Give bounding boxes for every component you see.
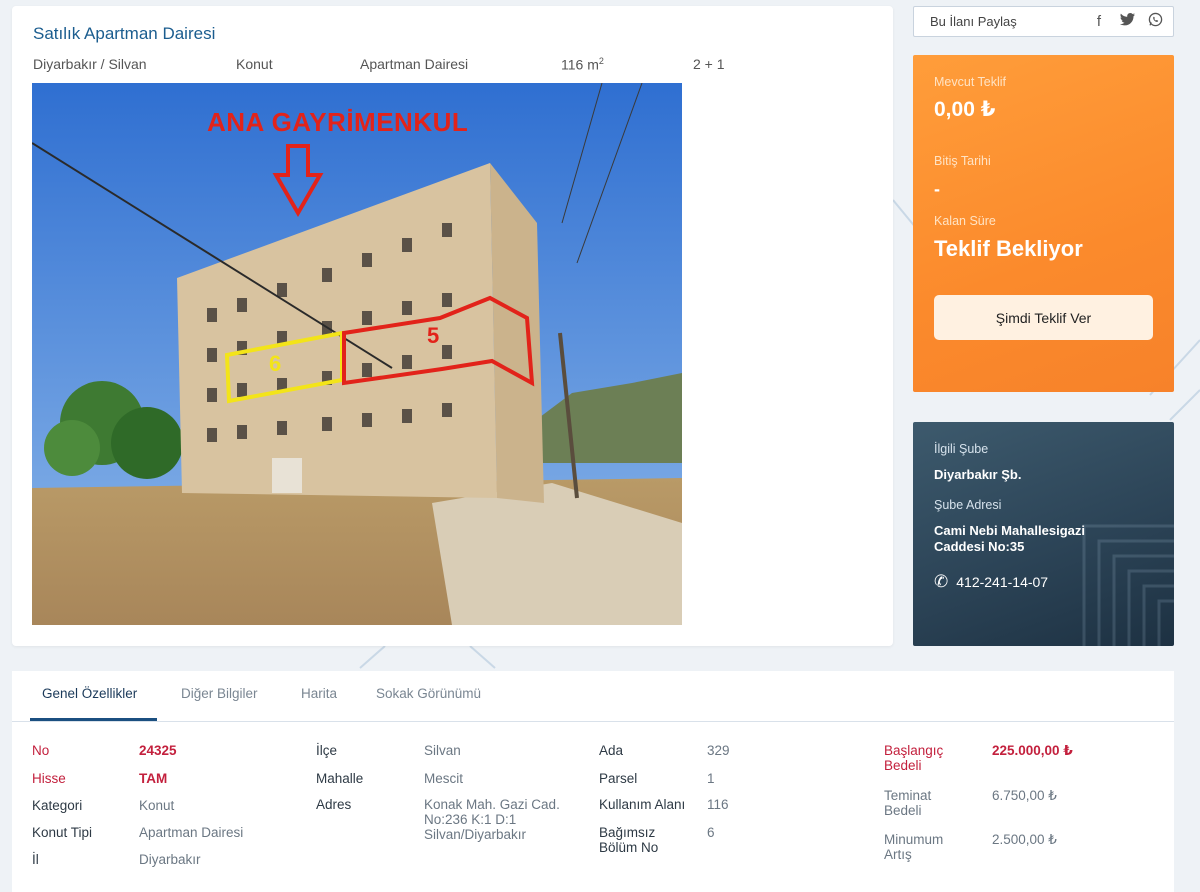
branch-phone-number[interactable]: 412-241-14-07 — [956, 574, 1048, 590]
detail-key: Ada — [599, 743, 624, 758]
detail-key: Hisse — [32, 771, 66, 786]
listing-rooms: 2 + 1 — [693, 56, 725, 72]
branch-card: İlgili Şube Diyarbakır Şb. Şube Adresi C… — [913, 422, 1174, 646]
place-offer-button[interactable]: Şimdi Teklif Ver — [934, 295, 1153, 340]
detail-value: 1 — [707, 771, 715, 786]
property-photo[interactable]: ANA GAYRİMENKUL 6 5 — [32, 83, 682, 625]
branch-address-label: Şube Adresi — [934, 498, 1002, 512]
phone-icon: ✆ — [934, 572, 949, 591]
tab-other-info[interactable]: Diğer Bilgiler — [181, 686, 258, 701]
detail-value: Apartman Dairesi — [139, 825, 244, 840]
listing-meta: Diyarbakır / Silvan Konut Apartman Daire… — [33, 56, 793, 74]
photo-marker-6: 6 — [269, 351, 282, 376]
detail-value: Silvan — [424, 743, 461, 758]
listing-category: Konut — [236, 56, 273, 72]
listing-type: Apartman Dairesi — [360, 56, 469, 72]
listing-location: Diyarbakır / Silvan — [33, 56, 147, 72]
listing-title: Satılık Apartman Dairesi — [33, 24, 216, 43]
tab-bar: Genel Özellikler Diğer Bilgiler Harita S… — [12, 671, 1174, 722]
detail-key: Parsel — [599, 771, 638, 786]
detail-value: Konak Mah. Gazi Cad. No:236 K:1 D:1 Silv… — [424, 797, 560, 842]
detail-key: Başlangıç Bedeli — [884, 743, 944, 773]
detail-key: Minumum Artış — [884, 832, 944, 862]
active-tab-indicator — [30, 718, 157, 721]
branch-name: Diyarbakır Şb. — [934, 467, 1022, 482]
detail-value: Diyarbakır — [139, 852, 201, 867]
share-label: Bu İlanı Paylaş — [930, 14, 1017, 29]
photo-marker-5: 5 — [427, 323, 440, 348]
branch-phone[interactable]: ✆ 412-241-14-07 — [934, 572, 1048, 592]
facebook-icon[interactable]: f — [1091, 12, 1107, 33]
detail-value: Mescit — [424, 771, 464, 786]
tab-general-features[interactable]: Genel Özellikler — [42, 686, 137, 701]
detail-value: 329 — [707, 743, 730, 758]
detail-key: Kullanım Alanı — [599, 797, 686, 812]
detail-key: No — [32, 743, 50, 758]
detail-value: 116 — [707, 797, 729, 812]
detail-value: 24325 — [139, 743, 177, 758]
detail-key: Teminat Bedeli — [884, 788, 932, 818]
remaining-time-label: Kalan Süre — [934, 214, 996, 228]
end-date-value: - — [934, 179, 940, 199]
share-box: Bu İlanı Paylaş f — [913, 6, 1174, 37]
detail-key: Mahalle — [316, 771, 364, 786]
current-offer-value: 0,00 ₺ — [934, 98, 996, 121]
detail-value: 225.000,00 ₺ — [992, 743, 1073, 758]
offer-card: Mevcut Teklif 0,00 ₺ Bitiş Tarihi - Kala… — [913, 55, 1174, 392]
detail-value: 6 — [707, 825, 715, 840]
remaining-time-value: Teklif Bekliyor — [934, 236, 1083, 261]
photo-headline: ANA GAYRİMENKUL — [207, 107, 469, 137]
detail-value: 6.750,00 ₺ — [992, 788, 1057, 803]
listing-card: Satılık Apartman Dairesi Diyarbakır / Si… — [12, 6, 893, 646]
detail-key: Bağımsız Bölüm No — [599, 825, 659, 855]
details-card: Genel Özellikler Diğer Bilgiler Harita S… — [12, 671, 1174, 892]
twitter-icon[interactable] — [1119, 12, 1135, 33]
branch-label: İlgili Şube — [934, 442, 989, 456]
tab-street-view[interactable]: Sokak Görünümü — [376, 686, 481, 701]
listing-area: 116 m2 — [561, 56, 604, 73]
detail-value: TAM — [139, 771, 168, 786]
detail-key: Adres — [316, 797, 352, 812]
end-date-label: Bitiş Tarihi — [934, 154, 991, 168]
detail-value: Konut — [139, 798, 175, 813]
branch-address: Cami Nebi Mahallesigazi Caddesi No:35 — [934, 523, 1085, 554]
detail-value: 2.500,00 ₺ — [992, 832, 1057, 847]
tab-map[interactable]: Harita — [301, 686, 337, 701]
detail-key: Konut Tipi — [32, 825, 93, 840]
detail-key: Kategori — [32, 798, 83, 813]
detail-key: İlçe — [316, 743, 338, 758]
current-offer-label: Mevcut Teklif — [934, 75, 1007, 89]
whatsapp-icon[interactable] — [1147, 12, 1163, 33]
detail-key: İl — [32, 852, 39, 867]
